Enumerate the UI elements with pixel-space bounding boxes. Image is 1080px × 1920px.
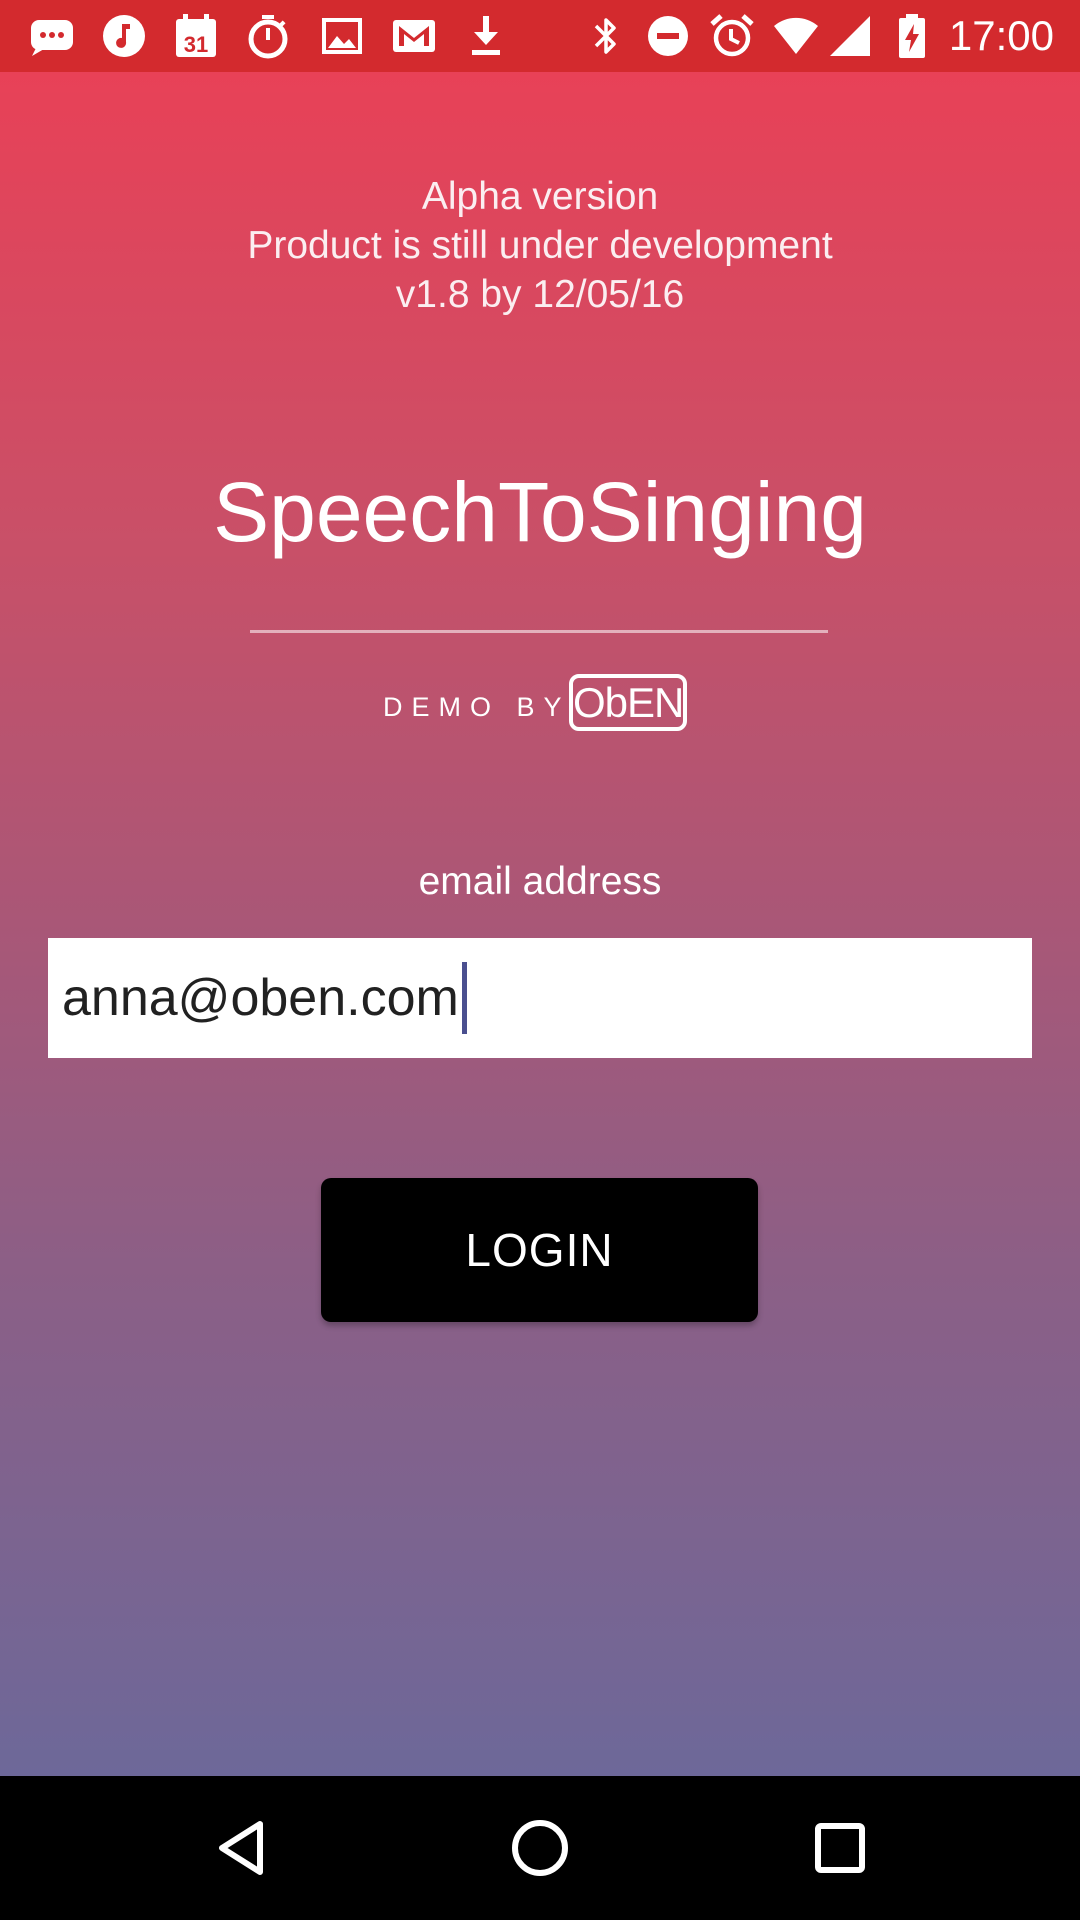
title-divider [250,630,828,633]
status-bar: 31 17:00 [0,0,1080,72]
bluetooth-icon [582,12,630,60]
download-icon [462,12,510,60]
wifi-icon [772,12,820,60]
home-icon[interactable] [504,1812,576,1884]
do-not-disturb-icon [644,12,692,60]
status-time: 17:00 [948,12,1054,59]
email-value: anna@oben.com [62,969,459,1027]
back-icon[interactable] [206,1812,278,1884]
gmail-icon [390,12,438,60]
alarm-icon [708,12,756,60]
login-screen: 31 17:00 Alpha version Product is still … [0,0,1080,1920]
cell-signal-icon [826,12,874,60]
alpha-version-label: Alpha version [421,175,659,218]
battery-charging-icon [888,12,936,60]
version-info: v1.8 by 12/05/16 [395,273,685,316]
svg-text:31: 31 [184,32,208,57]
messages-icon [28,12,76,60]
app-title: SpeechToSinging [213,465,867,559]
gallery-icon [318,12,366,60]
oben-logo: ObEN [569,674,687,731]
calendar-icon: 31 [172,12,220,60]
timer-icon [244,12,292,60]
email-field[interactable]: anna@oben.com [48,938,1032,1058]
main-content: Alpha version Product is still under dev… [0,72,1080,1776]
text-caret [461,962,467,1034]
recents-icon[interactable] [804,1812,876,1884]
email-label: email address [418,860,662,903]
music-icon [100,12,148,60]
development-notice: Product is still under development [247,224,833,267]
login-button[interactable]: LOGIN [321,1178,758,1322]
demo-by-label: DEMO BY [383,692,571,722]
navigation-bar [0,1776,1080,1920]
